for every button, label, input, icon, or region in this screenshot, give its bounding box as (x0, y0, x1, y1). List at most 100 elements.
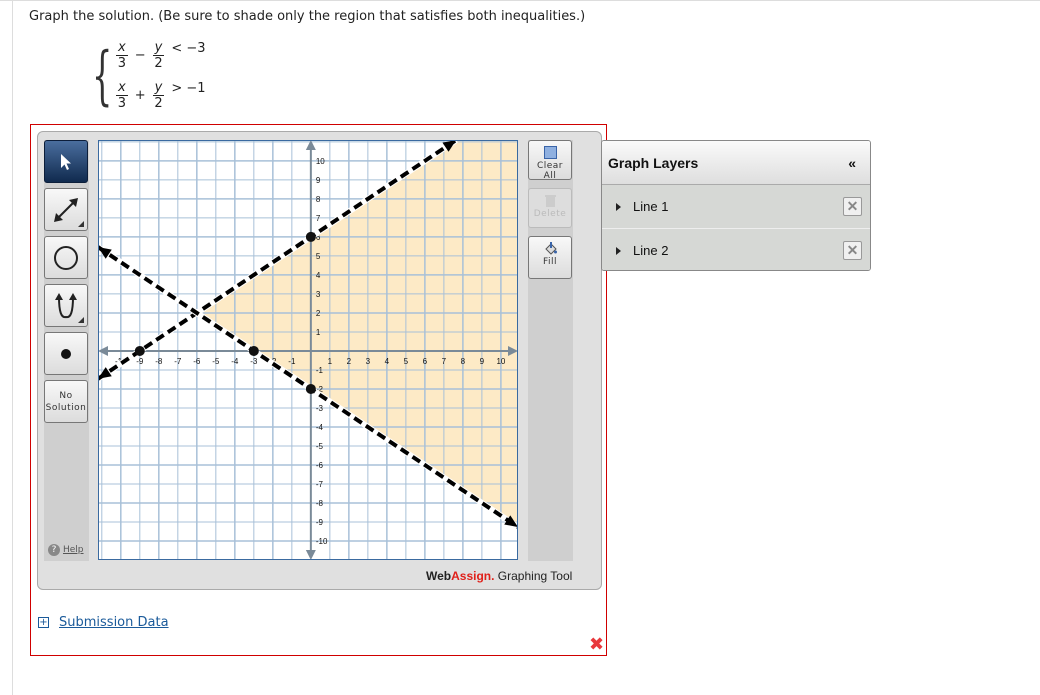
expand-plus-icon: + (38, 617, 49, 628)
graph-svg[interactable]: -10-9-8-7-6-5-4-3-2-112345678910-10-9-8-… (96, 137, 520, 561)
parabola-icon (55, 292, 77, 318)
numerator: y (152, 80, 165, 96)
brand-rest: Graphing Tool (494, 569, 573, 583)
divider (0, 0, 1040, 1)
numerator: y (152, 40, 165, 56)
no-solution-label: Solution (45, 402, 87, 413)
circle-icon (54, 245, 78, 270)
x-tick-label: 10 (496, 357, 505, 366)
y-tick-label: 5 (316, 252, 321, 261)
delete-button[interactable]: Delete (528, 188, 572, 228)
y-tick-label: -9 (316, 518, 324, 527)
y-tick-label: -3 (316, 404, 324, 413)
numerator: x (116, 80, 128, 96)
line-point (248, 345, 259, 356)
fill-button[interactable]: Fill (528, 236, 572, 279)
circle-tool[interactable] (44, 236, 88, 279)
expand-triangle-icon[interactable] (616, 202, 621, 211)
x-tick-label: -4 (231, 357, 239, 366)
delete-label: Delete (533, 209, 567, 219)
graph-canvas[interactable]: -10-9-8-7-6-5-4-3-2-112345678910-10-9-8-… (96, 137, 520, 561)
no-solution-label: No (59, 390, 73, 401)
line-point (305, 231, 316, 242)
parabola-tool[interactable] (44, 284, 88, 327)
y-tick-label: 4 (316, 271, 321, 280)
y-tick-label: 3 (316, 290, 321, 299)
delete-layer-icon[interactable]: ✕ (843, 197, 862, 216)
x-tick-label: 4 (385, 357, 390, 366)
denominator: 3 (117, 56, 126, 71)
relation: > −1 (171, 81, 206, 96)
brace-icon: { (92, 39, 113, 113)
x-tick-label: 7 (442, 357, 447, 366)
x-tick-label: -3 (250, 357, 258, 366)
x-tick-label: -7 (174, 357, 182, 366)
x-tick-label: -1 (288, 357, 296, 366)
y-tick-label: -5 (316, 442, 324, 451)
clear-all-button[interactable]: Clear All (528, 140, 572, 181)
x-tick-label: -6 (193, 357, 201, 366)
x-tick-label: 6 (423, 357, 428, 366)
layer-item-line-1[interactable]: Line 1 ✕ (602, 185, 870, 229)
layer-item-line-2[interactable]: Line 2 ✕ (602, 229, 870, 270)
inequality-2: x3 + y2 > −1 (112, 80, 209, 111)
y-tick-label: -6 (316, 461, 324, 470)
help-link[interactable]: ? Help (48, 544, 84, 556)
cursor-arrow-icon (61, 153, 71, 170)
help-label: Help (63, 545, 84, 555)
y-tick-label: 8 (316, 195, 321, 204)
expand-triangle-icon[interactable] (616, 246, 621, 255)
x-tick-label: 9 (480, 357, 485, 366)
trash-icon (544, 195, 556, 207)
x-tick-label: 3 (366, 357, 371, 366)
denominator: 2 (154, 56, 163, 71)
x-tick-label: 8 (461, 357, 466, 366)
line-tool[interactable] (44, 188, 88, 231)
pointer-tool[interactable] (44, 140, 88, 183)
fill-label: Fill (542, 257, 558, 267)
y-tick-label: -4 (316, 423, 324, 432)
x-tick-label: 1 (328, 357, 333, 366)
point-tool[interactable] (44, 332, 88, 375)
y-axis-arrow-down (305, 550, 316, 560)
graph-layers-title: Graph Layers (608, 154, 699, 171)
graph-layers-panel: Graph Layers « Line 1 ✕ Line 2 ✕ (601, 140, 871, 271)
line-point (305, 383, 316, 394)
denominator: 2 (154, 96, 163, 111)
line-point (134, 345, 145, 356)
submission-data-link[interactable]: Submission Data (59, 615, 169, 630)
y-tick-label: -10 (316, 537, 328, 546)
y-tick-label: 7 (316, 214, 321, 223)
submission-data-toggle[interactable]: + Submission Data (38, 615, 169, 630)
y-tick-label: -8 (316, 499, 324, 508)
operator: + (134, 88, 146, 103)
webassign-brand: WebAssign. Graphing Tool (426, 569, 572, 583)
layer-label: Line 1 (633, 199, 669, 214)
question-prompt: Graph the solution. (Be sure to shade on… (29, 9, 586, 24)
y-tick-label: -1 (316, 366, 324, 375)
paint-bucket-icon (544, 242, 557, 255)
submenu-indicator-icon (78, 317, 84, 323)
brand-assign: Assign. (451, 569, 495, 583)
operator: − (134, 48, 146, 63)
inequality-system: { x3 − y2 < −3 x3 + y2 > −1 (92, 40, 232, 118)
denominator: 3 (117, 96, 126, 111)
clear-all-icon (543, 146, 557, 159)
y-tick-label: 1 (316, 328, 321, 337)
double-arrow-line-icon (54, 197, 78, 222)
no-solution-button[interactable]: No Solution (44, 380, 88, 423)
submenu-indicator-icon (78, 221, 84, 227)
collapse-icon[interactable]: « (848, 155, 856, 171)
divider (12, 0, 13, 695)
dot-icon (61, 348, 71, 359)
x-tick-label: -8 (155, 357, 163, 366)
y-tick-label: 10 (316, 157, 325, 166)
layer-label: Line 2 (633, 243, 669, 258)
x-tick-label: -9 (136, 357, 144, 366)
x-tick-label: 2 (347, 357, 352, 366)
x-tick-label: 5 (404, 357, 409, 366)
delete-layer-icon[interactable]: ✕ (843, 241, 862, 260)
relation: < −3 (171, 41, 206, 56)
x-axis-arrow-left (98, 345, 108, 356)
graph-layers-header: Graph Layers « (602, 141, 870, 185)
